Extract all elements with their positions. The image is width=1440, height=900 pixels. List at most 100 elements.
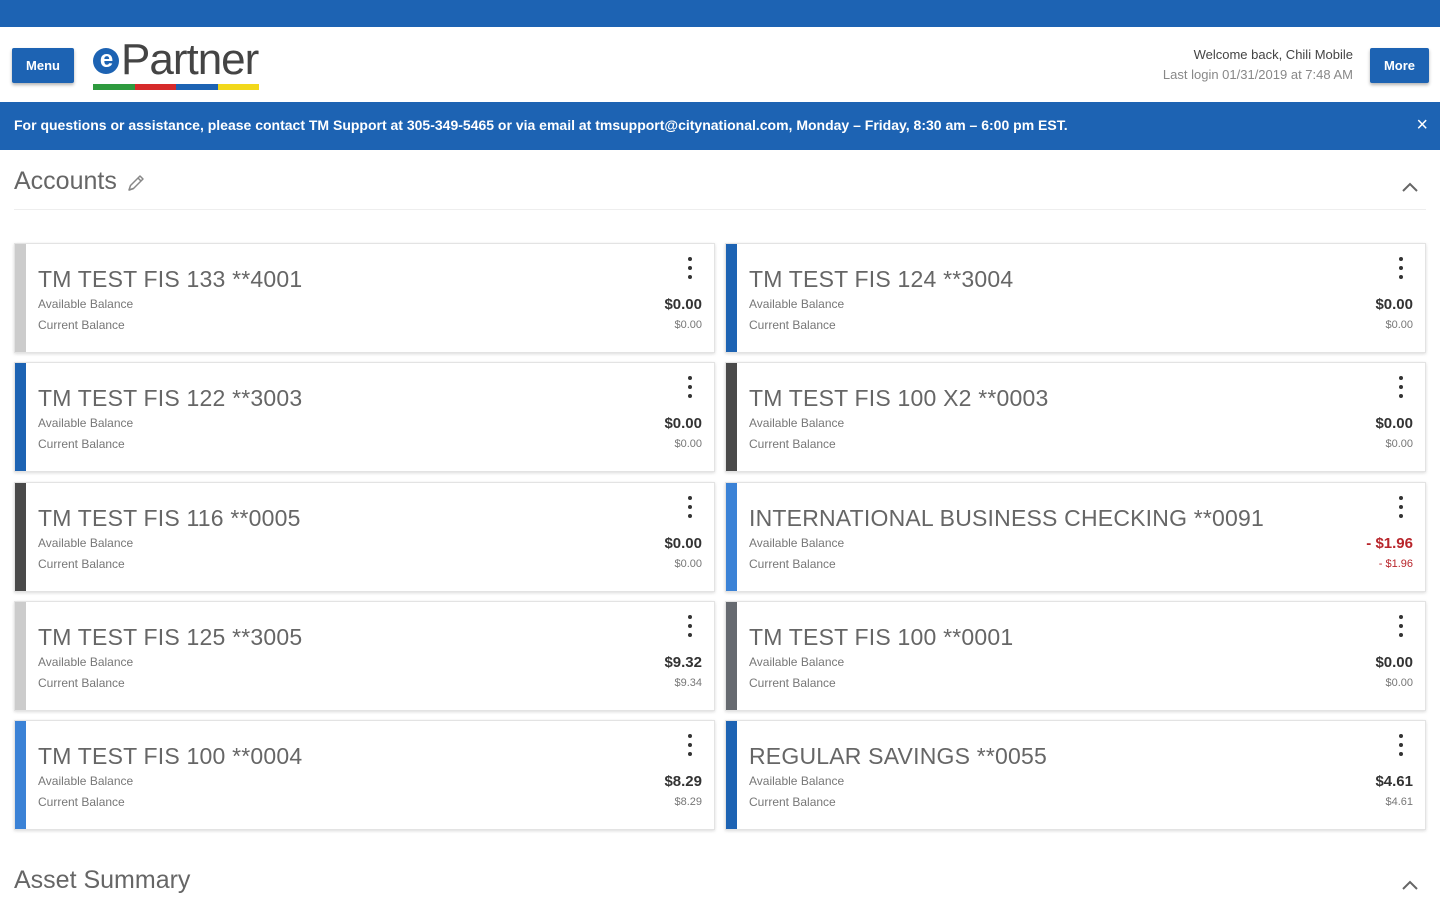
current-balance-value: - $1.96: [1378, 558, 1413, 570]
available-balance-label: Available Balance: [38, 416, 134, 430]
epartner-logo[interactable]: e Partner: [93, 37, 259, 92]
account-name: TM TEST FIS 133 **4001: [38, 266, 303, 292]
current-balance-value: $0.00: [674, 319, 702, 331]
pencil-icon[interactable]: [125, 172, 147, 194]
kebab-dot: [688, 514, 692, 518]
kebab-menu-icon[interactable]: [686, 374, 694, 400]
account-name: REGULAR SAVINGS **0055: [749, 743, 1047, 769]
kebab-menu-icon[interactable]: [1397, 374, 1405, 400]
card-accent-bar: [15, 483, 26, 591]
current-balance-value: $0.00: [1385, 438, 1413, 450]
kebab-menu-icon[interactable]: [1397, 494, 1405, 520]
available-balance-value: $0.00: [664, 296, 702, 313]
card-accent-bar: [726, 721, 737, 829]
close-icon[interactable]: ×: [1416, 115, 1428, 135]
account-name: TM TEST FIS 100 **0004: [38, 743, 303, 769]
kebab-dot: [688, 615, 692, 619]
section-divider: [14, 209, 1426, 210]
kebab-dot: [688, 394, 692, 398]
logo-bar-yellow: [217, 84, 259, 90]
current-balance-label: Current Balance: [749, 795, 836, 809]
asset-summary-section-header: Asset Summary: [0, 850, 1440, 900]
available-balance-value: $0.00: [664, 415, 702, 432]
kebab-menu-icon[interactable]: [1397, 732, 1405, 758]
account-name: INTERNATIONAL BUSINESS CHECKING **0091: [749, 505, 1265, 531]
kebab-dot: [688, 624, 692, 628]
current-balance-value: $4.61: [1385, 796, 1413, 808]
current-balance-value: $0.00: [1385, 319, 1413, 331]
kebab-dot: [688, 743, 692, 747]
current-balance-label: Current Balance: [38, 437, 125, 451]
last-login-text: Last login 01/31/2019 at 7:48 AM: [1162, 67, 1353, 82]
current-balance-value: $0.00: [674, 558, 702, 570]
kebab-dot: [688, 385, 692, 389]
current-balance-label: Current Balance: [38, 795, 125, 809]
available-balance-label: Available Balance: [749, 774, 845, 788]
kebab-dot: [688, 266, 692, 270]
available-balance-label: Available Balance: [749, 536, 845, 550]
card-accent-bar: [726, 602, 737, 710]
kebab-dot: [688, 734, 692, 738]
kebab-menu-icon[interactable]: [686, 613, 694, 639]
account-card[interactable]: TM TEST FIS 122 **3003 Available Balance C…: [14, 362, 715, 472]
card-accent-bar: [15, 363, 26, 471]
current-balance-value: $8.29: [674, 796, 702, 808]
menu-button[interactable]: Menu: [12, 48, 74, 83]
kebab-dot: [1399, 266, 1403, 270]
available-balance-label: Available Balance: [38, 774, 134, 788]
kebab-dot: [1399, 615, 1403, 619]
logo-text: Partner: [121, 35, 259, 84]
available-balance-label: Available Balance: [38, 536, 134, 550]
kebab-dot: [688, 376, 692, 380]
account-card[interactable]: TM TEST FIS 125 **3005 Available Balance C…: [14, 601, 715, 711]
kebab-dot: [688, 633, 692, 637]
account-card[interactable]: TM TEST FIS 133 **4001 Available Balance C…: [14, 243, 715, 353]
logo-wordmark: e Partner: [93, 35, 259, 84]
account-card[interactable]: INTERNATIONAL BUSINESS CHECKING **0091 Av…: [725, 482, 1426, 592]
account-name: TM TEST FIS 100 **0001: [749, 624, 1014, 650]
account-name: TM TEST FIS 122 **3003: [38, 385, 303, 411]
account-name: TM TEST FIS 100 X2 **0003: [749, 385, 1049, 411]
current-balance-value: $9.34: [674, 677, 702, 689]
kebab-dot: [688, 257, 692, 261]
kebab-menu-icon[interactable]: [686, 732, 694, 758]
kebab-dot: [1399, 743, 1403, 747]
more-button[interactable]: More: [1370, 48, 1429, 83]
account-card[interactable]: TM TEST FIS 100 **0001 Available Balance C…: [725, 601, 1426, 711]
kebab-dot: [1399, 496, 1403, 500]
card-accent-bar: [15, 244, 26, 352]
available-balance-label: Available Balance: [749, 416, 845, 430]
current-balance-label: Current Balance: [38, 557, 125, 571]
available-balance-label: Available Balance: [38, 297, 134, 311]
current-balance-label: Current Balance: [749, 318, 836, 332]
kebab-menu-icon[interactable]: [1397, 613, 1405, 639]
kebab-dot: [688, 752, 692, 756]
account-card[interactable]: TM TEST FIS 100 **0004 Available Balance C…: [14, 720, 715, 830]
chevron-up-icon[interactable]: [1398, 176, 1422, 200]
app-header: Menu e Partner Welcome back, Chili Mobile…: [0, 27, 1440, 102]
kebab-menu-icon[interactable]: [686, 255, 694, 281]
kebab-dot: [1399, 624, 1403, 628]
account-card[interactable]: REGULAR SAVINGS **0055 Available Balance C…: [725, 720, 1426, 830]
top-strip: [0, 0, 1440, 27]
logo-bar-green: [93, 84, 135, 90]
account-card[interactable]: TM TEST FIS 100 X2 **0003 Available Balan…: [725, 362, 1426, 472]
current-balance-label: Current Balance: [749, 437, 836, 451]
account-card[interactable]: TM TEST FIS 116 **0005 Available Balance C…: [14, 482, 715, 592]
available-balance-value: - $1.96: [1366, 535, 1413, 552]
kebab-dot: [1399, 257, 1403, 261]
kebab-dot: [1399, 376, 1403, 380]
logo-bar-red: [134, 84, 176, 90]
card-accent-bar: [726, 363, 737, 471]
chevron-up-icon[interactable]: [1398, 874, 1422, 898]
accounts-title: Accounts: [14, 167, 117, 195]
kebab-dot: [1399, 385, 1403, 389]
card-accent-bar: [726, 244, 737, 352]
support-banner: For questions or assistance, please cont…: [0, 102, 1440, 150]
account-card[interactable]: TM TEST FIS 124 **3004 Available Balance C…: [725, 243, 1426, 353]
logo-e-icon: e: [93, 48, 119, 74]
available-balance-value: $0.00: [1375, 415, 1413, 432]
card-accent-bar: [15, 602, 26, 710]
kebab-menu-icon[interactable]: [686, 494, 694, 520]
kebab-menu-icon[interactable]: [1397, 255, 1405, 281]
